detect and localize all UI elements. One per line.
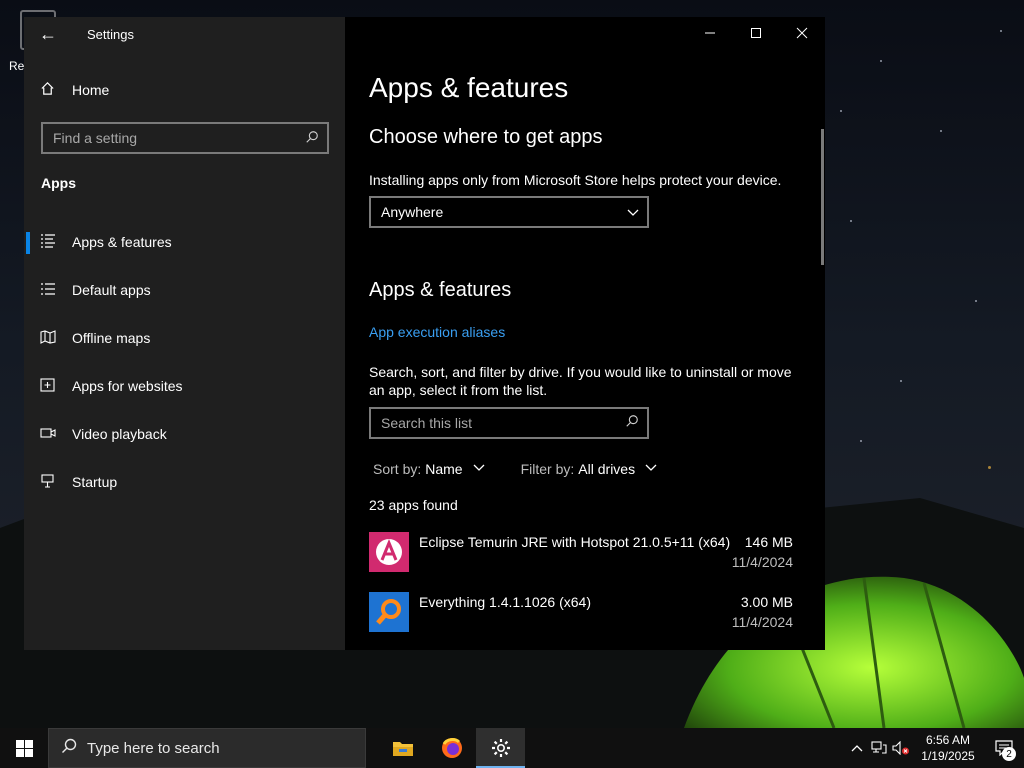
volume-button[interactable] (890, 728, 912, 768)
app-name: Eclipse Temurin JRE with Hotspot 21.0.5+… (419, 534, 731, 550)
chevron-up-icon (851, 745, 863, 752)
sidebar: ← Settings Home Apps Apps & features (24, 17, 345, 650)
apps-for-websites-icon (40, 377, 56, 395)
scrollbar[interactable] (821, 129, 824, 265)
taskbar-settings[interactable] (476, 728, 525, 768)
sidebar-item-label: Video playback (72, 426, 167, 442)
network-button[interactable] (868, 728, 890, 768)
search-icon (625, 414, 639, 433)
app-date: 11/4/2024 (731, 614, 793, 630)
everything-search-icon (369, 592, 409, 632)
apps-features-icon (40, 233, 56, 251)
close-button[interactable] (779, 17, 825, 49)
maximize-button[interactable] (733, 17, 779, 49)
app-name: Everything 1.4.1.1026 (x64) (419, 594, 591, 610)
filter-by-dropdown[interactable]: Filter by: All drives (521, 461, 657, 477)
startup-icon (40, 473, 56, 491)
start-button[interactable] (0, 728, 48, 768)
taskbar-search[interactable]: Type here to search (48, 728, 366, 768)
eclipse-temurin-icon (369, 532, 409, 572)
content-pane: Apps & features Choose where to get apps… (345, 17, 825, 650)
back-button[interactable]: ← (24, 18, 72, 50)
app-size: 146 MB (744, 534, 793, 550)
sidebar-item-label: Default apps (72, 282, 151, 298)
chevron-down-icon (473, 463, 485, 475)
sort-value: Name (425, 461, 463, 477)
search-icon (61, 738, 77, 759)
default-apps-icon (40, 282, 56, 299)
action-center-button[interactable]: 2 (984, 728, 1024, 768)
sidebar-item-video-playback[interactable]: Video playback (24, 410, 345, 458)
nav-list: Apps & features Default apps Offline map… (24, 218, 345, 506)
filter-value: All drives (578, 461, 636, 477)
search-list-input[interactable] (381, 415, 625, 431)
sidebar-item-label: Startup (72, 474, 118, 490)
sidebar-item-startup[interactable]: Startup (24, 458, 345, 506)
minimize-button[interactable] (687, 17, 733, 49)
app-date: 11/4/2024 (731, 554, 793, 570)
nav-home-label: Home (72, 82, 110, 98)
system-tray: 6:56 AM 1/19/2025 2 (846, 728, 1024, 768)
list-description: Search, sort, and filter by drive. If yo… (369, 364, 792, 398)
chevron-down-icon (627, 204, 639, 220)
sidebar-item-apps-for-websites[interactable]: Apps for websites (24, 362, 345, 410)
window-title: Settings (87, 26, 134, 42)
app-details: Eclipse Temurin JRE with Hotspot 21.0.5+… (419, 532, 793, 588)
taskbar: Type here to search 6:56 AM 1/19/2025 2 (0, 728, 1024, 768)
sort-by-dropdown[interactable]: Sort by: Name (373, 461, 485, 477)
apps-heading: Apps & features (369, 279, 512, 301)
app-source-value: Anywhere (381, 204, 444, 220)
taskbar-search-placeholder: Type here to search (87, 739, 220, 757)
app-size: 3.00 MB (740, 594, 793, 610)
search-list-field[interactable] (369, 407, 649, 439)
sidebar-item-label: Apps & features (72, 234, 172, 250)
clock-date: 1/19/2025 (921, 749, 975, 763)
volume-muted-icon (892, 741, 909, 755)
sidebar-item-offline-maps[interactable]: Offline maps (24, 314, 345, 362)
file-explorer-icon (392, 742, 413, 756)
choose-description: Installing apps only from Microsoft Stor… (369, 172, 782, 188)
maximize-icon (751, 28, 761, 38)
video-playback-icon (40, 426, 56, 443)
find-setting-input[interactable] (53, 130, 305, 146)
window-controls (687, 17, 825, 49)
sidebar-item-label: Offline maps (72, 330, 151, 346)
offline-maps-icon (40, 329, 56, 347)
sidebar-item-default-apps[interactable]: Default apps (24, 266, 345, 314)
list-item[interactable]: Eclipse Temurin JRE with Hotspot 21.0.5+… (369, 532, 793, 588)
home-icon (40, 81, 56, 99)
sort-filter-bar: Sort by: Name Filter by: All drives (373, 461, 657, 477)
section-label: Apps (41, 175, 76, 191)
app-source-dropdown[interactable]: Anywhere (369, 196, 649, 228)
windows-logo-icon (15, 739, 33, 757)
sidebar-item-apps-features[interactable]: Apps & features (24, 218, 345, 266)
minimize-icon (705, 32, 715, 34)
sort-label: Sort by: (373, 461, 422, 477)
settings-window: ← Settings Home Apps Apps & features (24, 17, 825, 650)
taskbar-firefox[interactable] (427, 728, 476, 768)
firefox-icon (441, 738, 462, 758)
app-details: Everything 1.4.1.1026 (x64) 3.00 MB 11/4… (419, 592, 793, 648)
notification-badge: 2 (1002, 747, 1016, 761)
page-title: Apps & features (369, 72, 569, 103)
chevron-down-icon (645, 463, 657, 475)
nav-home[interactable]: Home (40, 79, 109, 101)
network-icon (871, 741, 887, 754)
taskbar-file-explorer[interactable] (378, 728, 427, 768)
find-setting-field[interactable] (41, 122, 329, 154)
close-icon (796, 27, 808, 39)
app-execution-aliases-link[interactable]: App execution aliases (369, 324, 505, 340)
filter-label: Filter by: (520, 461, 575, 477)
show-hidden-icons-button[interactable] (846, 728, 868, 768)
list-item[interactable]: Everything 1.4.1.1026 (x64) 3.00 MB 11/4… (369, 592, 793, 648)
clock-time: 6:56 AM (925, 733, 971, 747)
back-arrow-icon: ← (39, 23, 57, 44)
apps-count: 23 apps found (369, 497, 458, 513)
sidebar-item-label: Apps for websites (72, 378, 183, 394)
gear-icon (491, 739, 510, 757)
taskbar-clock[interactable]: 6:56 AM 1/19/2025 (912, 732, 984, 764)
choose-heading: Choose where to get apps (369, 126, 603, 148)
search-icon (305, 130, 319, 147)
titlebar: ← Settings (24, 17, 345, 51)
